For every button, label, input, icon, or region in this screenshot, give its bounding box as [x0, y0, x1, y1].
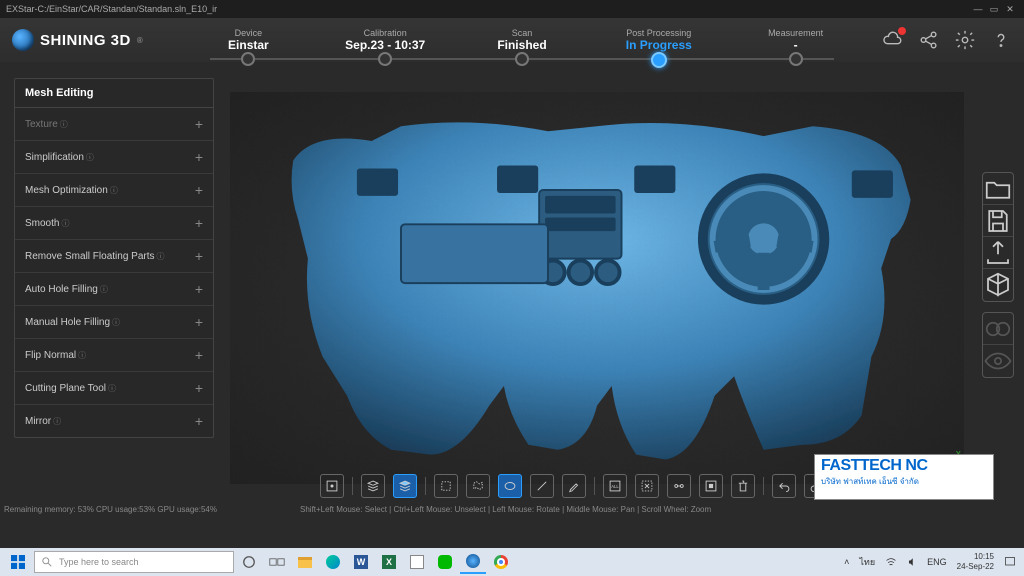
- delete-select-button[interactable]: [731, 474, 755, 498]
- rect-select-button[interactable]: [434, 474, 458, 498]
- tray-notifications-icon[interactable]: [1004, 556, 1016, 568]
- step-calibration[interactable]: CalibrationSep.23 - 10:37: [317, 28, 454, 52]
- step-dot-measurement[interactable]: [789, 52, 803, 66]
- tray-lang2[interactable]: ENG: [927, 557, 947, 567]
- panel-title: Mesh Editing: [15, 79, 213, 108]
- settings-icon[interactable]: [954, 29, 976, 51]
- undo-button[interactable]: [772, 474, 796, 498]
- save-button[interactable]: [983, 205, 1013, 237]
- watermark-overlay: FASTTECH NC บริษัท ฟาสท์เทค เอ็นซี จำกัด: [814, 454, 994, 500]
- help-icon[interactable]: [990, 29, 1012, 51]
- lasso-select-button[interactable]: [466, 474, 490, 498]
- exstar-taskbar-icon[interactable]: [460, 550, 486, 574]
- window-close-button[interactable]: ✕: [1002, 4, 1018, 15]
- window-minimize-button[interactable]: —: [970, 4, 986, 14]
- svg-text:ALL: ALL: [611, 484, 619, 489]
- workflow-steps: DeviceEinstar CalibrationSep.23 - 10:37 …: [180, 28, 864, 52]
- select-all-button[interactable]: ALL: [603, 474, 627, 498]
- excel-icon[interactable]: X: [376, 550, 402, 574]
- layers-button[interactable]: [361, 474, 385, 498]
- visibility-toggle-button[interactable]: [983, 345, 1013, 377]
- panel-row-flip-normal[interactable]: Flip Normalⓘ+: [15, 339, 213, 372]
- brand-logo: SHINING 3D®: [12, 29, 143, 51]
- window-maximize-button[interactable]: ▭: [986, 4, 1002, 15]
- step-scan[interactable]: ScanFinished: [454, 28, 591, 52]
- panel-row-remove-floating[interactable]: Remove Small Floating Partsⓘ+: [15, 240, 213, 273]
- task-view-icon[interactable]: [264, 550, 290, 574]
- step-post-processing[interactable]: Post ProcessingIn Progress: [590, 28, 727, 52]
- taskbar-search[interactable]: Type here to search: [34, 551, 234, 573]
- step-device[interactable]: DeviceEinstar: [180, 28, 317, 52]
- paint-tool-button[interactable]: [562, 474, 586, 498]
- step-dot-scan[interactable]: [515, 52, 529, 66]
- chrome-icon[interactable]: [488, 550, 514, 574]
- tray-chevron-icon[interactable]: ˄: [844, 557, 849, 567]
- explorer-icon[interactable]: [292, 550, 318, 574]
- tray-wifi-icon[interactable]: [885, 556, 897, 568]
- panel-row-manual-hole-filling[interactable]: Manual Hole Fillingⓘ+: [15, 306, 213, 339]
- cortana-icon[interactable]: [236, 550, 262, 574]
- step-measurement[interactable]: Measurement-: [727, 28, 864, 52]
- invert-select-button[interactable]: [699, 474, 723, 498]
- scanned-mesh: [230, 92, 964, 484]
- export-button[interactable]: [983, 237, 1013, 269]
- start-button[interactable]: [4, 550, 32, 574]
- shading-button[interactable]: [393, 474, 417, 498]
- search-icon: [41, 556, 53, 568]
- titlebar-app: EXStar: [6, 4, 35, 14]
- step-dot-device[interactable]: [241, 52, 255, 66]
- globe-icon: [12, 29, 34, 51]
- share-icon[interactable]: [918, 29, 940, 51]
- tray-volume-icon[interactable]: [907, 556, 917, 568]
- line-tool-button[interactable]: [530, 474, 554, 498]
- mesh-editing-panel: Mesh Editing Textureⓘ+ Simplificationⓘ+ …: [14, 78, 214, 438]
- memory-status: Remaining memory: 53% CPU usage:53% GPU …: [4, 505, 217, 514]
- tray-clock[interactable]: 10:1524-Sep-22: [957, 552, 994, 572]
- step-dot-calibration[interactable]: [378, 52, 392, 66]
- fit-view-button[interactable]: [320, 474, 344, 498]
- window-titlebar: EXStar - C:/EinStar/CAR/Standan/Standan.…: [0, 0, 1024, 18]
- panel-row-auto-hole-filling[interactable]: Auto Hole Fillingⓘ+: [15, 273, 213, 306]
- panel-row-simplification[interactable]: Simplificationⓘ+: [15, 141, 213, 174]
- texture-toggle-button[interactable]: [983, 313, 1013, 345]
- brush-select-button[interactable]: [498, 474, 522, 498]
- right-toolbar: [982, 172, 1014, 388]
- viewport-toolbar: ALL: [320, 472, 828, 500]
- word-icon[interactable]: W: [348, 550, 374, 574]
- edge-icon[interactable]: [320, 550, 346, 574]
- panel-row-mesh-optimization[interactable]: Mesh Optimizationⓘ+: [15, 174, 213, 207]
- panel-row-smooth[interactable]: Smoothⓘ+: [15, 207, 213, 240]
- open-folder-button[interactable]: [983, 173, 1013, 205]
- cloud-icon[interactable]: [882, 29, 904, 51]
- panel-row-cutting-plane[interactable]: Cutting Plane Toolⓘ+: [15, 372, 213, 405]
- plus-icon: +: [195, 116, 203, 132]
- connected-select-button[interactable]: [667, 474, 691, 498]
- panel-row-mirror[interactable]: Mirrorⓘ+: [15, 405, 213, 437]
- store-icon[interactable]: [404, 550, 430, 574]
- mouse-hint: Shift+Left Mouse: Select | Ctrl+Left Mou…: [300, 505, 711, 514]
- step-dot-post-processing[interactable]: [651, 52, 667, 68]
- line-icon[interactable]: [432, 550, 458, 574]
- panel-row-texture[interactable]: Textureⓘ+: [15, 108, 213, 141]
- tray-lang1[interactable]: ไทย: [859, 555, 875, 569]
- cube-view-button[interactable]: [983, 269, 1013, 301]
- windows-taskbar: Type here to search W X ˄ ไทย ENG 10:152…: [0, 548, 1024, 576]
- clear-select-button[interactable]: [635, 474, 659, 498]
- titlebar-path: C:/EinStar/CAR/Standan/Standan.sln_E10_i…: [38, 4, 218, 14]
- 3d-viewport[interactable]: [230, 92, 964, 484]
